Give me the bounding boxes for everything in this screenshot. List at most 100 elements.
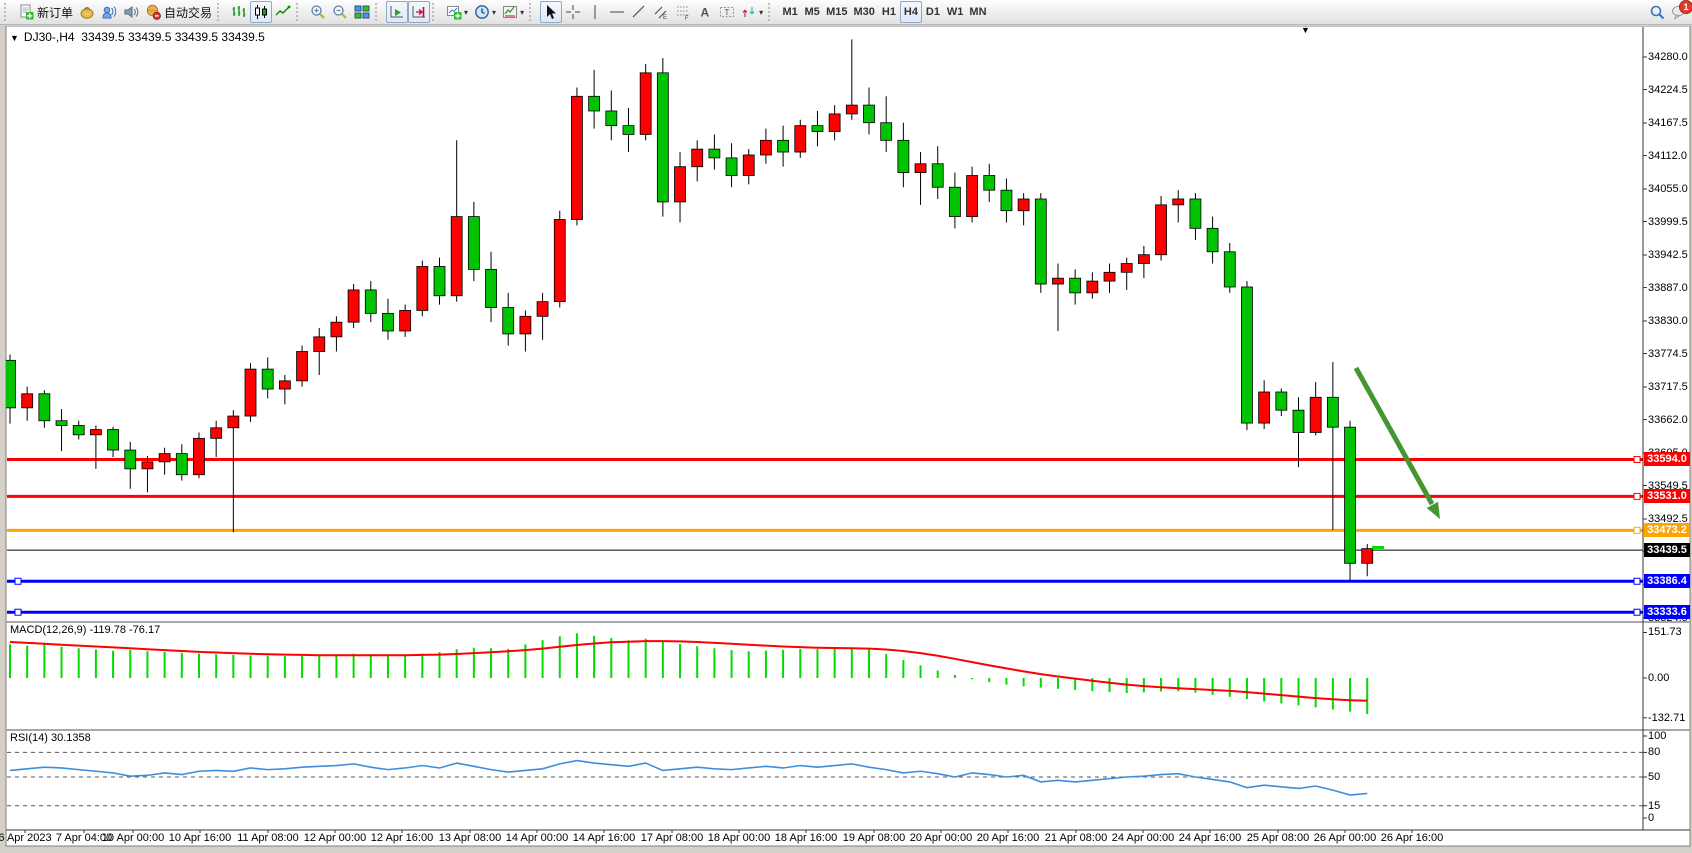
tf-d1[interactable]: D1 [922, 1, 944, 23]
trendline-button[interactable] [628, 1, 650, 23]
svg-text:E: E [663, 15, 667, 20]
price-level-badge: 33473.2 [1644, 523, 1690, 537]
autotrading-button[interactable]: 自动交易 [142, 1, 215, 23]
tf-mn-label: MN [969, 6, 986, 18]
text-button[interactable]: A [694, 1, 716, 23]
chart-quotes: 33439.5 33439.5 33439.5 33439.5 [81, 30, 265, 44]
channel-icon: E [653, 4, 669, 20]
price-tick-label: 33774.5 [1648, 348, 1688, 361]
tf-m15-label: M15 [826, 6, 847, 18]
tf-m30[interactable]: M30 [851, 1, 878, 23]
crosshair-button[interactable] [562, 1, 584, 23]
rsi-tick-label: 100 [1648, 730, 1666, 743]
indicators-button[interactable]: ▾ [443, 1, 471, 23]
tf-m1-label: M1 [782, 6, 797, 18]
tf-d1-label: D1 [926, 6, 940, 18]
auto-scroll-button[interactable] [386, 1, 408, 23]
tf-h4[interactable]: H4 [900, 1, 922, 23]
time-axis-label: 14 Apr 16:00 [573, 832, 635, 844]
chevron-down-icon[interactable]: ▾ [520, 8, 524, 17]
auto-scroll-icon [389, 4, 405, 20]
chevron-down-icon[interactable]: ▾ [464, 8, 468, 17]
price-tick-label: 33942.5 [1648, 249, 1688, 262]
line-chart-button[interactable] [272, 1, 294, 23]
candlestick-button[interactable] [250, 1, 272, 23]
tf-m15[interactable]: M15 [823, 1, 850, 23]
periods-button[interactable]: ▾ [471, 1, 499, 23]
new-order-icon [18, 4, 34, 20]
trendline-icon [631, 4, 647, 20]
tile-windows-button[interactable] [351, 1, 373, 23]
time-axis-label: 21 Apr 08:00 [1045, 832, 1107, 844]
time-axis-label: 19 Apr 08:00 [843, 832, 905, 844]
chevron-down-icon[interactable]: ▾ [492, 8, 496, 17]
price-tick-label: 34224.5 [1648, 84, 1688, 97]
horizontal-line-button[interactable] [606, 1, 628, 23]
chart-shift-icon [411, 4, 427, 20]
time-axis-label: 10 Apr 00:00 [102, 832, 164, 844]
text-label-button[interactable]: T [716, 1, 738, 23]
signals-icon [101, 4, 117, 20]
pane-separator[interactable] [6, 621, 1690, 623]
shapes-button[interactable]: ▾ [738, 1, 766, 23]
zoom-out-button[interactable] [329, 1, 351, 23]
notification-badge: 1 [1679, 0, 1692, 14]
time-axis-label: 20 Apr 00:00 [910, 832, 972, 844]
chart-title: ▼DJ30-,H4 33439.5 33439.5 33439.5 33439.… [10, 30, 265, 44]
svg-text:F: F [685, 16, 689, 20]
search-button[interactable] [1646, 1, 1668, 23]
indicators-icon [446, 4, 462, 20]
horizontal-line-icon [609, 4, 625, 20]
time-axis-label: 12 Apr 16:00 [371, 832, 433, 844]
price-tick-label: 34112.0 [1648, 150, 1687, 163]
price-tick-label: 34280.0 [1648, 51, 1688, 64]
news-button[interactable] [120, 1, 142, 23]
chart-collapse-arrow[interactable]: ▼ [10, 33, 19, 43]
autotrading-button-label: 自动交易 [164, 4, 212, 21]
cursor-button[interactable] [540, 1, 562, 23]
market-button[interactable] [76, 1, 98, 23]
vertical-line-button[interactable] [584, 1, 606, 23]
bar-chart-button[interactable] [228, 1, 250, 23]
price-level-badge: 33333.6 [1644, 605, 1690, 619]
search-icon [1649, 4, 1665, 20]
time-axis-label: 18 Apr 16:00 [775, 832, 837, 844]
toolbar-separator [529, 3, 538, 21]
tf-h1[interactable]: H1 [878, 1, 900, 23]
vertical-line-icon [587, 4, 603, 20]
chart-shift-marker-icon[interactable]: ▼ [1301, 25, 1310, 35]
broadcast-icon [123, 4, 139, 20]
price-level-badge: 33439.5 [1644, 543, 1690, 557]
channel-button[interactable]: E [650, 1, 672, 23]
new-order-button[interactable]: 新订单 [15, 1, 76, 23]
candlestick-icon [253, 4, 269, 20]
rsi-tick-label: 15 [1648, 800, 1660, 813]
toolbar-right: 1 [1646, 1, 1690, 23]
tf-mn[interactable]: MN [966, 1, 989, 23]
tf-w1-label: W1 [947, 6, 964, 18]
pane-separator[interactable] [6, 729, 1690, 731]
clock-icon [474, 4, 490, 20]
tf-m1[interactable]: M1 [779, 1, 801, 23]
time-axis-label: 20 Apr 16:00 [977, 832, 1039, 844]
tf-m30-label: M30 [854, 6, 875, 18]
rsi-tick-label: 0 [1648, 812, 1654, 825]
tf-w1[interactable]: W1 [944, 1, 967, 23]
chevron-down-icon[interactable]: ▾ [759, 8, 763, 17]
zoom-in-button[interactable] [307, 1, 329, 23]
time-axis-label: 26 Apr 16:00 [1381, 832, 1443, 844]
chart-shift-button[interactable] [408, 1, 430, 23]
time-axis-label: 25 Apr 08:00 [1247, 832, 1309, 844]
templates-button[interactable]: ▾ [499, 1, 527, 23]
chart-canvas[interactable] [0, 26, 1692, 853]
price-tick-label: 34055.0 [1648, 183, 1688, 196]
tf-h1-label: H1 [882, 6, 896, 18]
new-order-button-label: 新订单 [37, 4, 73, 21]
text-icon: A [697, 4, 713, 20]
chat-button[interactable]: 1 [1668, 1, 1690, 23]
price-tick-label: 33717.5 [1648, 381, 1688, 394]
fibonacci-button[interactable]: F [672, 1, 694, 23]
tf-m5[interactable]: M5 [801, 1, 823, 23]
mt4-window: 新订单 自动交易 ▾ ▾ ▾ E F AT ▾ M1 M5M15 M30 H1 H4 D1 W1 MN 1 ▼DJ… [0, 0, 1692, 853]
signals-button[interactable] [98, 1, 120, 23]
